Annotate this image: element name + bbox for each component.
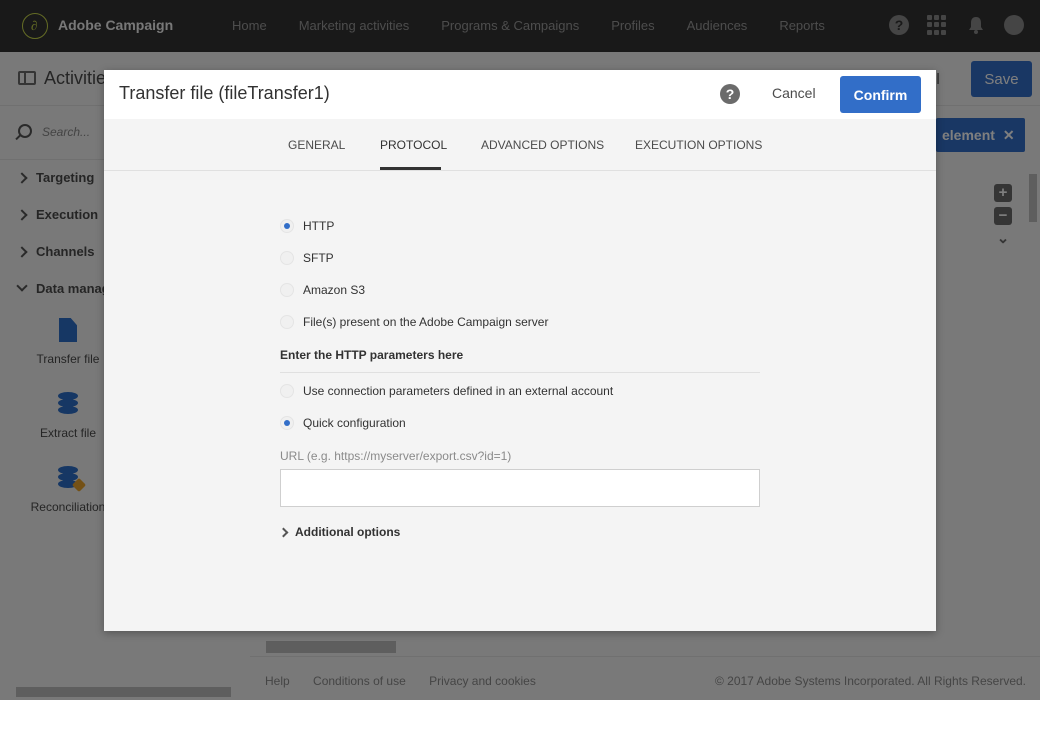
transfer-file-dialog: Transfer file (fileTransfer1) ? Cancel C… [104, 70, 936, 631]
section-divider [280, 372, 760, 373]
radio-button[interactable] [280, 283, 294, 297]
radio-button[interactable] [280, 416, 294, 430]
help-icon[interactable]: ? [720, 84, 740, 104]
tab-advanced-options[interactable]: ADVANCED OPTIONS [481, 138, 604, 152]
chevron-right-icon [278, 527, 289, 538]
radio-button[interactable] [280, 384, 294, 398]
tab-general[interactable]: GENERAL [288, 138, 345, 152]
additional-options-toggle[interactable]: Additional options [278, 525, 400, 539]
tab-protocol[interactable]: PROTOCOL [380, 138, 447, 152]
dialog-tabs: GENERAL PROTOCOL ADVANCED OPTIONS EXECUT… [104, 119, 936, 171]
dialog-header: Transfer file (fileTransfer1) ? Cancel C… [104, 70, 936, 119]
radio-button[interactable] [280, 251, 294, 265]
dialog-title: Transfer file (fileTransfer1) [119, 83, 330, 103]
http-params-title: Enter the HTTP parameters here [280, 348, 464, 362]
active-tab-indicator [380, 167, 441, 170]
cancel-button[interactable]: Cancel [772, 85, 816, 101]
radio-button[interactable] [280, 219, 294, 233]
url-label: URL (e.g. https://myserver/export.csv?id… [280, 449, 512, 463]
radio-button[interactable] [280, 315, 294, 329]
tab-execution-options[interactable]: EXECUTION OPTIONS [635, 138, 762, 152]
confirm-button[interactable]: Confirm [840, 76, 921, 113]
url-input[interactable] [280, 469, 760, 507]
app-window: ∂ Adobe Campaign Home Marketing activiti… [0, 0, 1040, 700]
